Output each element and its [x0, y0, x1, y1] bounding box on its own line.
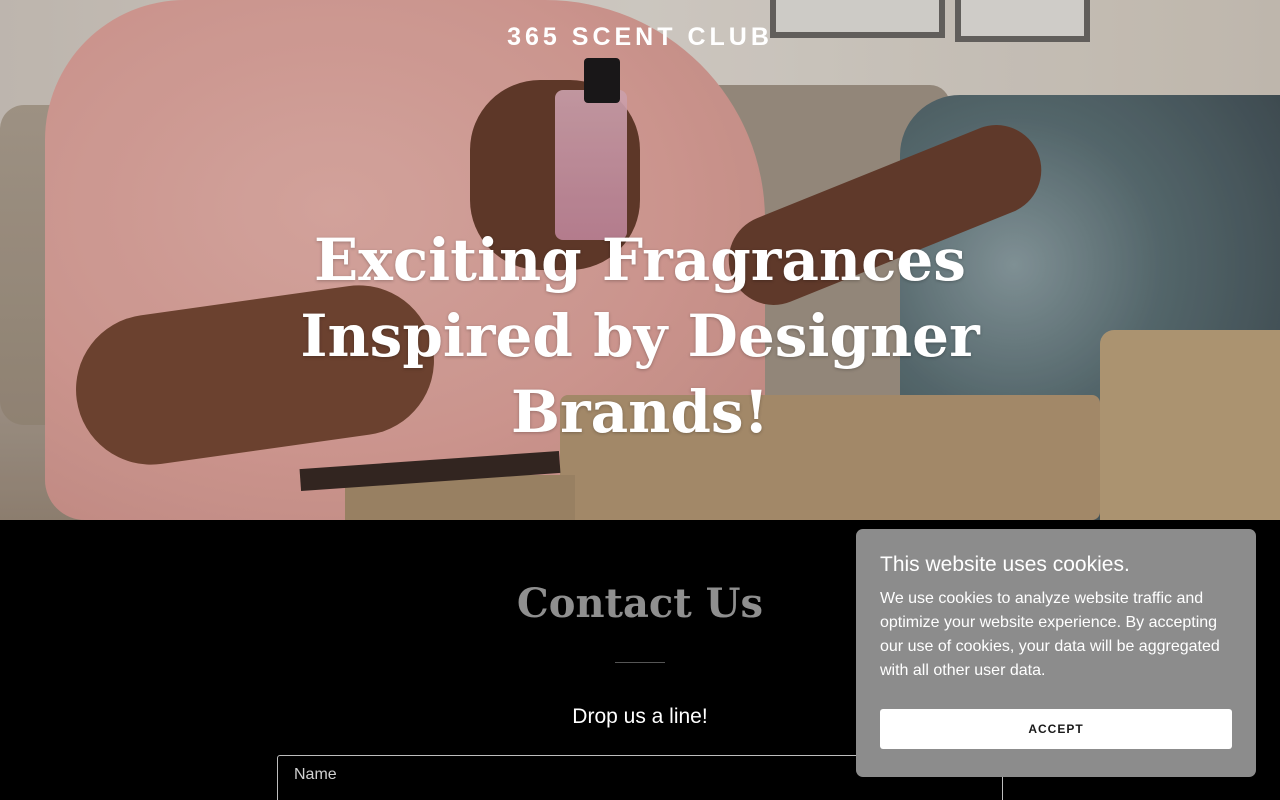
accept-cookies-button[interactable]: ACCEPT	[880, 709, 1232, 749]
cookie-banner: This website uses cookies. We use cookie…	[856, 529, 1256, 777]
hero-section: 365 SCENT CLUB Exciting Fragrances Inspi…	[0, 0, 1280, 520]
cookie-banner-text: We use cookies to analyze website traffi…	[880, 590, 1220, 679]
hero-headline: Exciting Fragrances Inspired by Designer…	[300, 226, 980, 446]
brand-logo-link[interactable]: 365 SCENT CLUB	[0, 23, 1280, 52]
cookie-banner-title: This website uses cookies.	[880, 553, 1130, 576]
title-divider	[615, 662, 665, 663]
